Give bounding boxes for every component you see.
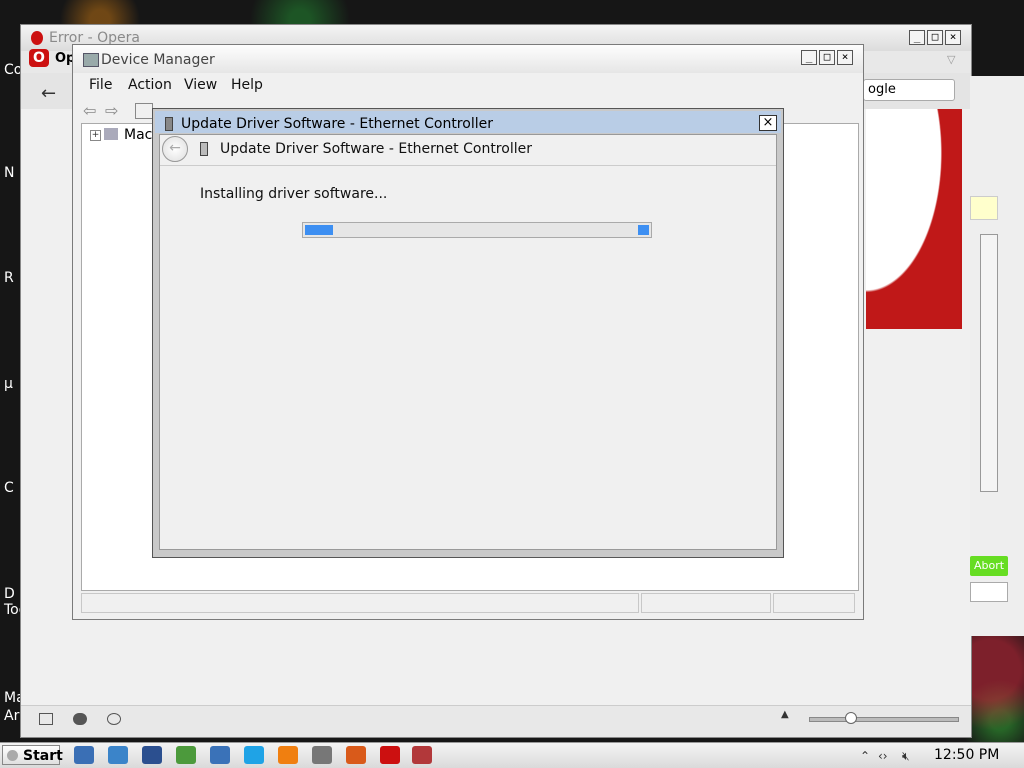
maximize-button[interactable]: □ <box>819 50 835 65</box>
properties-icon[interactable] <box>135 103 153 119</box>
search-input[interactable]: ogle <box>863 79 955 101</box>
status-cell <box>773 593 855 613</box>
abort-button[interactable]: Abort <box>970 556 1008 576</box>
close-button[interactable]: × <box>837 50 853 65</box>
computer-icon <box>104 128 118 140</box>
dialog-title: Update Driver Software - Ethernet Contro… <box>181 116 493 132</box>
zoom-slider-track[interactable] <box>809 717 959 722</box>
opera-icon[interactable] <box>380 746 400 764</box>
device-manager-title: Device Manager <box>101 52 215 68</box>
image-viewer-icon[interactable] <box>176 746 196 764</box>
search-icon[interactable] <box>142 746 162 764</box>
tree-root-label[interactable]: Mac <box>124 127 152 143</box>
device-manager-titlebar[interactable]: Device Manager _ □ × <box>73 45 863 73</box>
window-icon[interactable] <box>108 746 128 764</box>
page-graphic <box>866 109 962 329</box>
device-manager-icon[interactable] <box>412 746 432 764</box>
taskbar: Start ⌃ ‹› 🔇︎ 12:50 PM <box>0 742 1024 768</box>
status-cell <box>641 593 771 613</box>
forward-arrow-icon[interactable]: ⇨ <box>105 101 118 120</box>
dialog-heading: Update Driver Software - Ethernet Contro… <box>220 141 532 157</box>
dialog-titlebar[interactable]: Update Driver Software - Ethernet Contro… <box>155 111 781 133</box>
panel-toggle-icon[interactable] <box>39 713 53 725</box>
start-label: Start <box>23 748 63 764</box>
volume-muted-icon[interactable]: 🔇︎ <box>902 749 910 764</box>
notice-field <box>970 196 998 220</box>
chat-icon[interactable] <box>312 746 332 764</box>
start-logo-icon <box>7 750 18 761</box>
device-manager-icon <box>83 53 99 67</box>
back-arrow-icon[interactable]: ⇦ <box>83 101 96 120</box>
back-arrow-icon[interactable]: ← <box>162 136 188 162</box>
zoom-menu-icon[interactable]: ▲ <box>781 709 789 720</box>
chevron-down-icon[interactable]: ▽ <box>947 53 955 66</box>
maximize-button[interactable]: □ <box>927 30 943 45</box>
opera-side-panel: Abort <box>970 76 1024 636</box>
back-arrow-icon[interactable]: ← <box>41 83 56 104</box>
zoom-slider-thumb[interactable] <box>845 712 857 724</box>
vlc-icon[interactable] <box>278 746 298 764</box>
skype-icon[interactable] <box>244 746 264 764</box>
opera-menu-logo-icon[interactable]: O <box>29 49 49 67</box>
dialog-body: ← Update Driver Software - Ethernet Cont… <box>159 134 777 550</box>
minimize-button[interactable]: _ <box>801 50 817 65</box>
minimize-button[interactable]: _ <box>909 30 925 45</box>
show-hidden-icon[interactable]: ⌃ <box>860 749 870 763</box>
clock[interactable]: 12:50 PM <box>934 747 999 763</box>
cloud-icon[interactable] <box>73 713 87 725</box>
status-cell <box>81 593 639 613</box>
menu-help[interactable]: Help <box>231 77 263 93</box>
menu-file[interactable]: File <box>89 77 112 93</box>
network-places-icon[interactable] <box>210 746 230 764</box>
menu-view[interactable]: View <box>184 77 217 93</box>
scrollbar[interactable] <box>980 234 998 492</box>
progress-chunk <box>638 225 649 235</box>
network-icon[interactable] <box>74 746 94 764</box>
progress-chunk <box>305 225 333 235</box>
device-icon <box>165 117 173 131</box>
dropdown-select[interactable] <box>970 582 1008 602</box>
device-manager-statusbar <box>81 593 857 615</box>
status-text: Installing driver software... <box>200 186 388 202</box>
close-button[interactable]: × <box>759 115 777 131</box>
device-manager-window-controls: _ □ × <box>801 50 853 65</box>
menu-action[interactable]: Action <box>128 77 172 93</box>
progress-bar <box>302 222 652 238</box>
close-button[interactable]: × <box>945 30 961 45</box>
firefox-icon[interactable] <box>346 746 366 764</box>
start-button[interactable]: Start <box>2 745 63 765</box>
device-icon <box>200 142 208 156</box>
opera-logo-icon <box>31 31 43 45</box>
expand-icon[interactable]: + <box>90 130 101 141</box>
speed-dial-icon[interactable] <box>107 713 121 725</box>
opera-window-controls: _ □ × <box>909 30 961 45</box>
update-driver-dialog: Update Driver Software - Ethernet Contro… <box>152 108 784 558</box>
network-activity-icon[interactable]: ‹› <box>878 749 888 763</box>
dialog-header: ← Update Driver Software - Ethernet Cont… <box>160 135 776 166</box>
